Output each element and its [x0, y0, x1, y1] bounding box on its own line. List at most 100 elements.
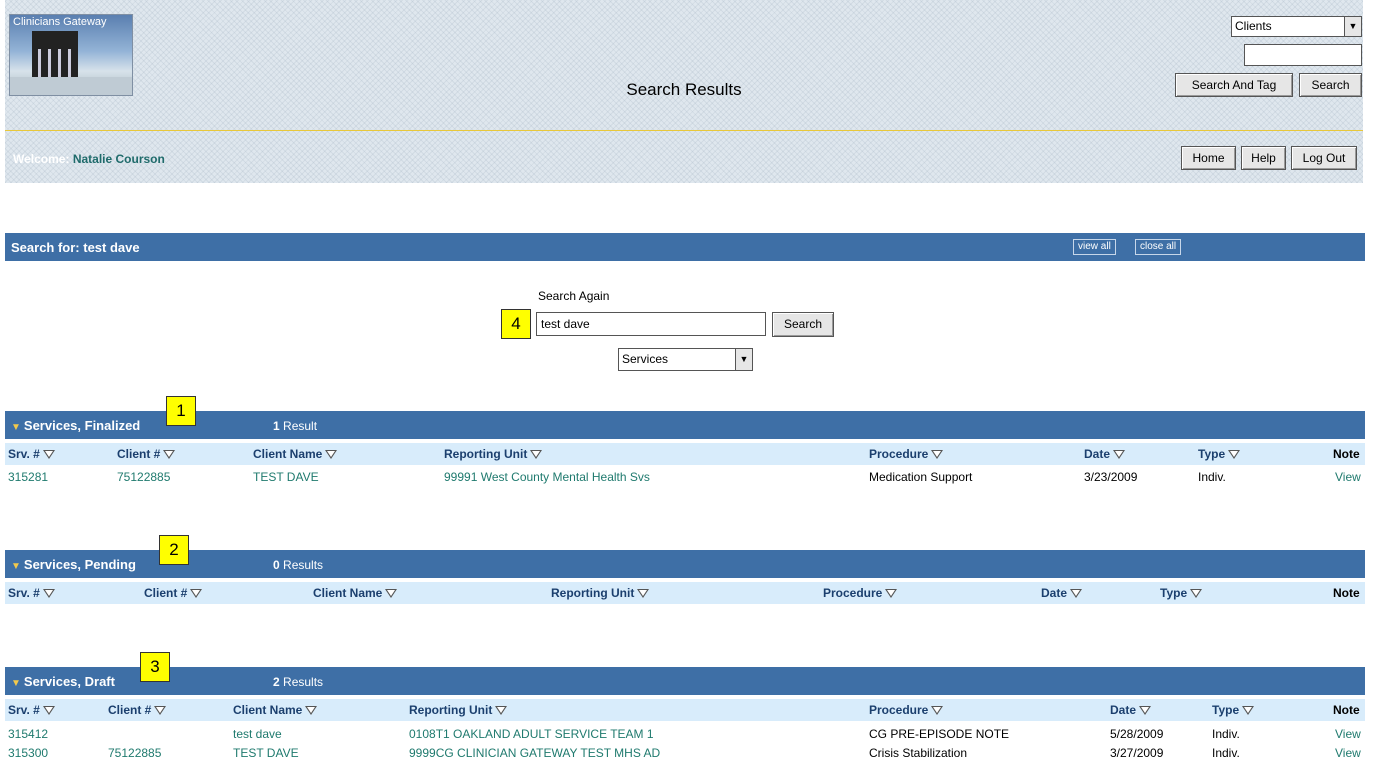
cell-srv-num[interactable]: 315412	[8, 727, 48, 741]
filter-icon[interactable]	[325, 450, 338, 459]
search-category-select[interactable]: Services ▼	[618, 348, 753, 371]
column-header-row: Srv. # Client # Client Name Reporting Un…	[5, 582, 1365, 604]
table-row: 315412 test dave 0108T1 OAKLAND ADULT SE…	[5, 725, 1365, 743]
col-srv-num[interactable]: Srv. #	[8, 586, 55, 600]
quick-search-input[interactable]	[1244, 44, 1362, 66]
col-date[interactable]: Date	[1041, 586, 1083, 600]
filter-icon[interactable]	[42, 706, 55, 715]
cell-reporting-unit[interactable]: 9999CG CLINICIAN GATEWAY TEST MHS AD	[409, 746, 660, 760]
filter-icon[interactable]	[154, 706, 167, 715]
filter-icon[interactable]	[42, 589, 55, 598]
cell-client-num[interactable]: 75122885	[117, 470, 170, 484]
cell-date: 3/23/2009	[1084, 470, 1138, 484]
filter-icon[interactable]	[1113, 450, 1126, 459]
col-type[interactable]: Type	[1160, 586, 1203, 600]
cell-reporting-unit[interactable]: 99991 West County Mental Health Svs	[444, 470, 650, 484]
result-count-label: Results	[283, 675, 324, 689]
filter-icon[interactable]	[42, 450, 55, 459]
chevron-down-icon[interactable]: ▼	[735, 349, 752, 370]
col-client-name[interactable]: Client Name	[253, 447, 338, 461]
col-client-name[interactable]: Client Name	[313, 586, 398, 600]
col-client-name[interactable]: Client Name	[233, 703, 318, 717]
col-note: Note	[1333, 703, 1360, 717]
cell-client-name[interactable]: TEST DAVE	[233, 746, 299, 760]
result-count: 1 Result	[273, 419, 317, 433]
result-count-label: Results	[283, 558, 324, 572]
result-count: 0 Results	[273, 558, 323, 572]
help-button[interactable]: Help	[1241, 146, 1286, 170]
col-type[interactable]: Type	[1198, 447, 1241, 461]
filter-icon[interactable]	[931, 706, 944, 715]
section-title: Services, Finalized	[23, 418, 141, 433]
cell-srv-num[interactable]: 315281	[8, 470, 48, 484]
col-reporting-unit[interactable]: Reporting Unit	[551, 586, 650, 600]
home-button[interactable]: Home	[1181, 146, 1236, 170]
col-srv-num[interactable]: Srv. #	[8, 703, 55, 717]
col-reporting-unit[interactable]: Reporting Unit	[409, 703, 508, 717]
expand-triangle-icon[interactable]: ▼	[11, 678, 21, 689]
chevron-down-icon[interactable]: ▼	[1344, 17, 1361, 36]
result-count-value: 2	[273, 675, 280, 689]
filter-icon[interactable]	[495, 706, 508, 715]
col-date[interactable]: Date	[1084, 447, 1126, 461]
col-procedure[interactable]: Procedure	[869, 703, 944, 717]
expand-triangle-icon[interactable]: ▼	[11, 422, 21, 433]
welcome-text: Welcome: Natalie Courson	[13, 152, 165, 166]
app-header: Clinicians Gateway Search Results Client…	[5, 0, 1363, 183]
filter-icon[interactable]	[1242, 706, 1255, 715]
cell-type: Indiv.	[1198, 470, 1226, 484]
cell-client-name[interactable]: test dave	[233, 727, 282, 741]
filter-icon[interactable]	[885, 589, 898, 598]
col-srv-num[interactable]: Srv. #	[8, 447, 55, 461]
col-client-num[interactable]: Client #	[144, 586, 203, 600]
col-client-num[interactable]: Client #	[108, 703, 167, 717]
cell-srv-num[interactable]: 315300	[8, 746, 48, 760]
search-type-select[interactable]: Clients ▼	[1231, 16, 1362, 37]
filter-icon[interactable]	[163, 450, 176, 459]
cell-date: 3/27/2009	[1110, 746, 1164, 760]
logout-button[interactable]: Log Out	[1291, 146, 1357, 170]
cell-procedure: CG PRE-EPISODE NOTE	[869, 727, 1010, 741]
view-note-link[interactable]: View	[1335, 746, 1361, 760]
filter-icon[interactable]	[530, 450, 543, 459]
callout-2: 2	[159, 535, 189, 565]
filter-icon[interactable]	[1190, 589, 1203, 598]
filter-icon[interactable]	[931, 450, 944, 459]
col-type[interactable]: Type	[1212, 703, 1255, 717]
result-count: 2 Results	[273, 675, 323, 689]
search-and-tag-button[interactable]: Search And Tag	[1175, 73, 1293, 97]
close-all-button[interactable]: close all	[1135, 239, 1182, 255]
col-client-num[interactable]: Client #	[117, 447, 176, 461]
section-bar-finalized[interactable]: ▼ Services, Finalized 1 Result	[5, 411, 1365, 439]
cell-client-name[interactable]: TEST DAVE	[253, 470, 319, 484]
filter-icon[interactable]	[1228, 450, 1241, 459]
filter-icon[interactable]	[385, 589, 398, 598]
header-divider	[5, 130, 1363, 131]
col-procedure[interactable]: Procedure	[823, 586, 898, 600]
callout-4: 4	[501, 309, 531, 339]
view-note-link[interactable]: View	[1335, 727, 1361, 741]
filter-icon[interactable]	[1139, 706, 1152, 715]
header-search-button[interactable]: Search	[1299, 73, 1362, 97]
section-bar-pending[interactable]: ▼ Services, Pending 0 Results	[5, 550, 1365, 578]
search-again-button[interactable]: Search	[772, 312, 834, 337]
filter-icon[interactable]	[1070, 589, 1083, 598]
col-procedure[interactable]: Procedure	[869, 447, 944, 461]
col-date[interactable]: Date	[1110, 703, 1152, 717]
search-type-value: Clients	[1235, 19, 1272, 33]
filter-icon[interactable]	[190, 589, 203, 598]
section-bar-draft[interactable]: ▼ Services, Draft 2 Results	[5, 667, 1365, 695]
view-all-button[interactable]: view all	[1073, 239, 1116, 255]
filter-icon[interactable]	[305, 706, 318, 715]
search-for-title: Search for: test dave	[11, 240, 140, 255]
filter-icon[interactable]	[637, 589, 650, 598]
view-note-link[interactable]: View	[1335, 470, 1361, 484]
welcome-label: Welcome:	[13, 152, 70, 166]
section-title: Services, Pending	[23, 557, 136, 572]
search-again-input[interactable]: test dave	[536, 312, 766, 336]
section-title: Services, Draft	[23, 674, 115, 689]
expand-triangle-icon[interactable]: ▼	[11, 561, 21, 572]
cell-reporting-unit[interactable]: 0108T1 OAKLAND ADULT SERVICE TEAM 1	[409, 727, 654, 741]
cell-client-num[interactable]: 75122885	[108, 746, 161, 760]
col-reporting-unit[interactable]: Reporting Unit	[444, 447, 543, 461]
